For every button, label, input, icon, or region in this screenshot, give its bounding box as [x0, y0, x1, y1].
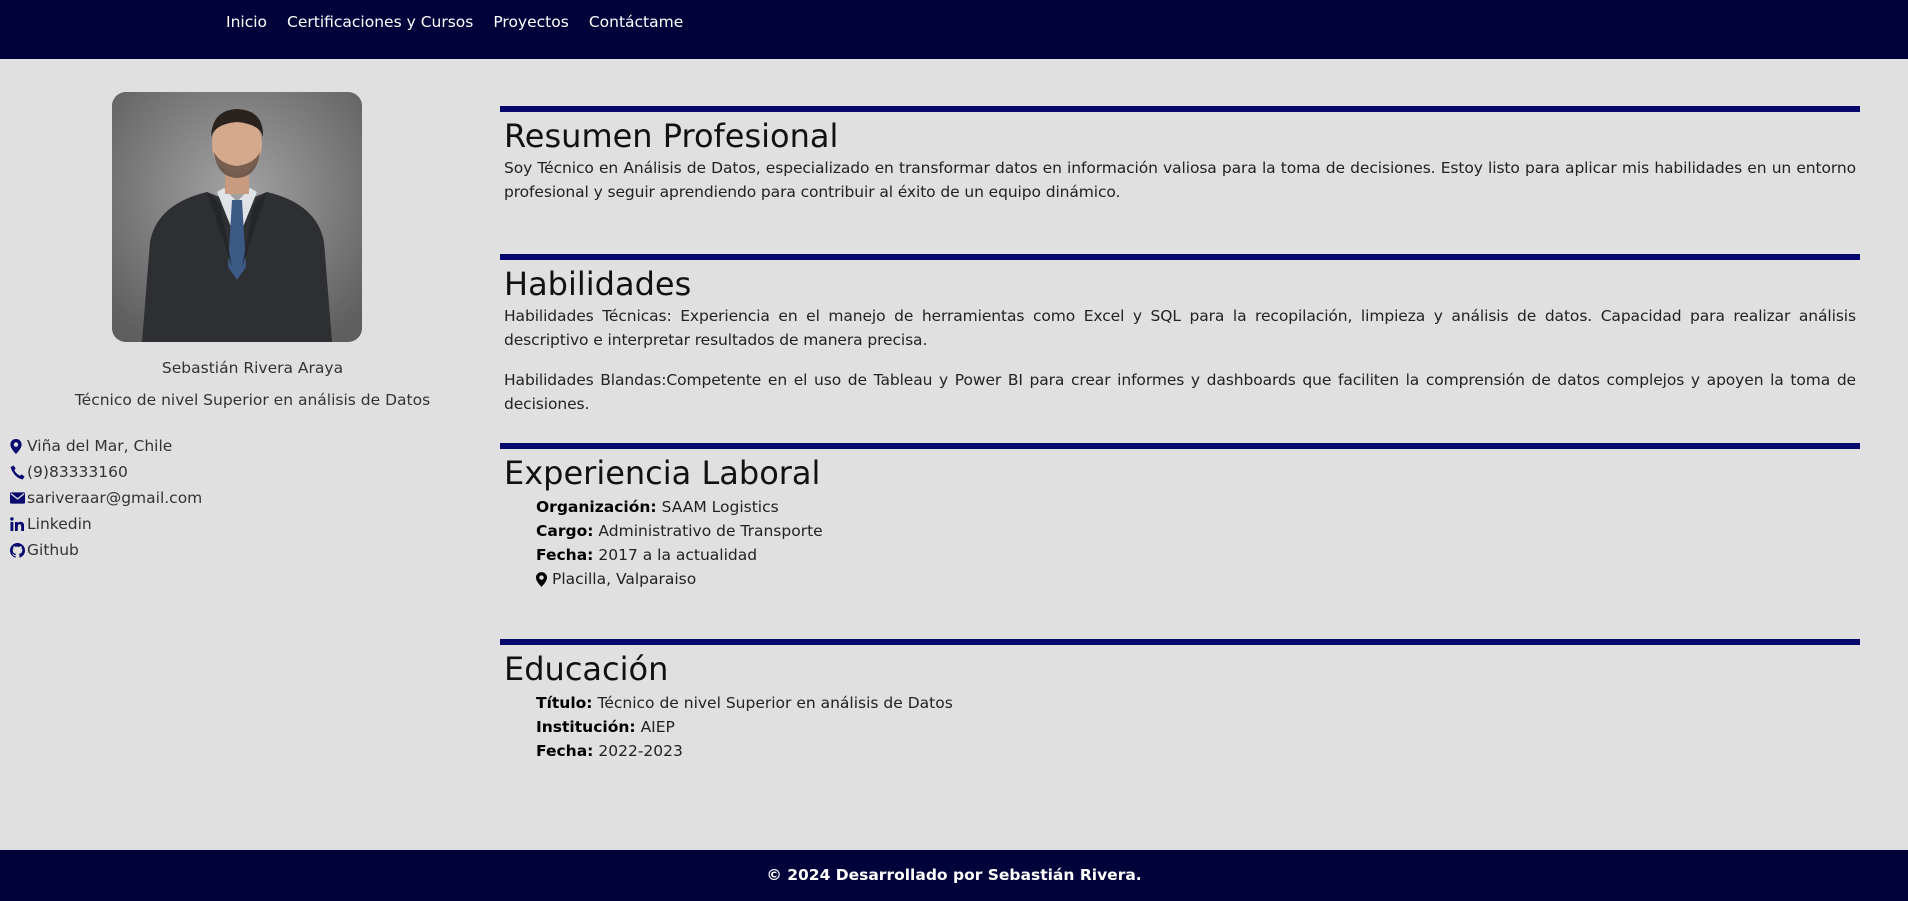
- education-institution-label: Institución:: [536, 718, 636, 736]
- experience-date-label: Fecha:: [536, 546, 594, 564]
- contact-email-link[interactable]: sariveraar@gmail.com: [27, 489, 202, 507]
- experience-org-value: SAAM Logistics: [661, 498, 779, 516]
- envelope-icon: [10, 490, 27, 506]
- top-navbar: Inicio Certificaciones y Cursos Proyecto…: [0, 0, 1908, 59]
- education-date-label: Fecha:: [536, 742, 594, 760]
- map-marker-icon: [10, 438, 27, 454]
- section-title-education: Educación: [504, 650, 669, 688]
- contact-linkedin[interactable]: Linkedin: [10, 511, 202, 537]
- nav-links: Inicio Certificaciones y Cursos Proyecto…: [226, 12, 683, 32]
- profile-sidebar: Sebastián Rivera Araya Técnico de nivel …: [0, 59, 490, 849]
- nav-link-proyectos[interactable]: Proyectos: [493, 12, 568, 32]
- contact-location: Viña del Mar, Chile: [10, 433, 202, 459]
- contact-linkedin-link[interactable]: Linkedin: [27, 515, 92, 533]
- experience-date-value: 2017 a la actualidad: [598, 546, 758, 564]
- map-marker-icon: [536, 571, 547, 587]
- footer-text: © 2024 Desarrollado por Sebastián Rivera…: [766, 866, 1142, 884]
- education-date-row: Fecha: 2022-2023: [536, 739, 1860, 763]
- contact-phone: (9)83333160: [10, 459, 202, 485]
- education-date-value: 2022-2023: [598, 742, 683, 760]
- contact-location-text: Viña del Mar, Chile: [27, 437, 173, 455]
- experience-details: Organización: SAAM Logistics Cargo: Admi…: [536, 495, 1860, 591]
- education-details: Título: Técnico de nivel Superior en aná…: [536, 691, 1860, 763]
- section-summary: Resumen Profesional Soy Técnico en Análi…: [500, 106, 1860, 204]
- section-divider: [500, 639, 1860, 645]
- nav-link-contactame[interactable]: Contáctame: [589, 12, 683, 32]
- section-education: Educación Título: Técnico de nivel Super…: [500, 639, 1860, 763]
- experience-position-label: Cargo:: [536, 522, 594, 540]
- section-title-experience: Experiencia Laboral: [504, 454, 821, 492]
- section-divider: [500, 443, 1860, 449]
- profile-role: Técnico de nivel Superior en análisis de…: [74, 391, 431, 409]
- experience-org-label: Organización:: [536, 498, 657, 516]
- contact-list: Viña del Mar, Chile (9)83333160 sarivera…: [10, 433, 202, 563]
- experience-org-row: Organización: SAAM Logistics: [536, 495, 1860, 519]
- education-institution-value: AIEP: [640, 718, 675, 736]
- contact-github[interactable]: Github: [10, 537, 202, 563]
- footer: © 2024 Desarrollado por Sebastián Rivera…: [0, 850, 1908, 901]
- experience-date-row: Fecha: 2017 a la actualidad: [536, 543, 1860, 567]
- contact-github-link[interactable]: Github: [27, 541, 79, 559]
- skills-technical-text: Habilidades Técnicas: Experiencia en el …: [504, 307, 1856, 349]
- experience-position-row: Cargo: Administrativo de Transporte: [536, 519, 1860, 543]
- education-institution-row: Institución: AIEP: [536, 715, 1860, 739]
- education-degree-label: Título:: [536, 694, 593, 712]
- education-degree-value: Técnico de nivel Superior en análisis de…: [597, 694, 953, 712]
- profile-name: Sebastián Rivera Araya: [161, 359, 344, 377]
- experience-position-value: Administrativo de Transporte: [598, 522, 823, 540]
- education-degree-row: Título: Técnico de nivel Superior en aná…: [536, 691, 1860, 715]
- phone-icon: [10, 464, 27, 480]
- experience-location-value: Placilla, Valparaiso: [552, 570, 697, 588]
- linkedin-icon: [10, 516, 27, 532]
- contact-phone-text: (9)83333160: [27, 463, 128, 481]
- profile-photo: [112, 92, 362, 342]
- nav-link-inicio[interactable]: Inicio: [226, 12, 267, 32]
- section-title-skills: Habilidades: [504, 265, 692, 303]
- nav-link-certificaciones[interactable]: Certificaciones y Cursos: [287, 12, 473, 32]
- avatar: [112, 92, 362, 342]
- experience-location-row: Placilla, Valparaiso: [536, 567, 1860, 591]
- section-skills: Habilidades Habilidades Técnicas: Experi…: [500, 254, 1860, 416]
- summary-text: Soy Técnico en Análisis de Datos, especi…: [504, 159, 1856, 201]
- section-divider: [500, 254, 1860, 260]
- skills-soft-text: Habilidades Blandas:Competente en el uso…: [504, 371, 1856, 413]
- contact-email[interactable]: sariveraar@gmail.com: [10, 485, 202, 511]
- section-title-summary: Resumen Profesional: [504, 117, 839, 155]
- section-experience: Experiencia Laboral Organización: SAAM L…: [500, 443, 1860, 591]
- github-icon: [10, 542, 27, 558]
- section-divider: [500, 106, 1860, 112]
